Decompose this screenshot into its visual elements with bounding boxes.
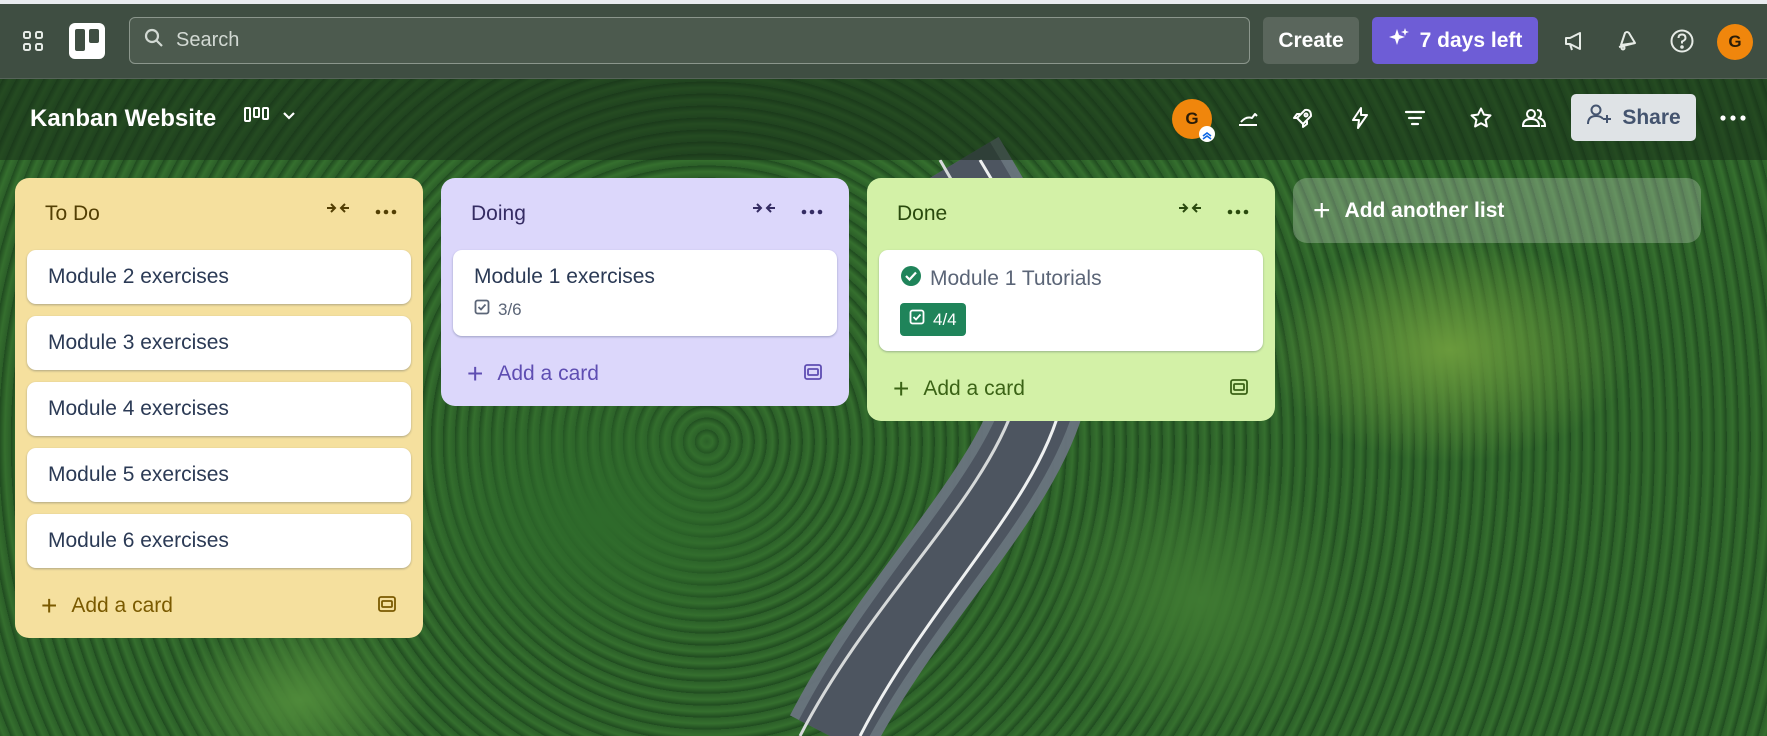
board-title[interactable]: Kanban Website (30, 105, 216, 133)
search-icon (144, 28, 164, 53)
checklist-icon (474, 299, 490, 320)
board-view-switcher[interactable] (240, 99, 300, 135)
sparkle-icon (1388, 27, 1410, 55)
trial-days-left-button[interactable]: 7 days left (1372, 17, 1538, 64)
completed-check-icon[interactable] (900, 265, 922, 293)
card[interactable]: Module 4 exercises (27, 382, 411, 436)
add-card-label: Add a card (923, 377, 1025, 400)
search-input[interactable] (176, 29, 1171, 52)
card-title: Module 5 exercises (48, 463, 229, 486)
checklist-icon (909, 309, 925, 330)
trello-logo-icon[interactable] (68, 22, 106, 60)
board-view-icon (243, 105, 271, 130)
workspace-visibility-icon[interactable] (1517, 101, 1551, 135)
admin-badge-icon (1199, 126, 1215, 142)
share-button[interactable]: Share (1571, 94, 1696, 141)
share-label: Share (1622, 105, 1681, 129)
list-title[interactable]: Doing (471, 202, 526, 226)
list-header: Doing (453, 178, 837, 250)
add-person-icon (1586, 103, 1612, 133)
card-template-icon[interactable] (377, 594, 397, 620)
plus-icon: + (1313, 193, 1331, 227)
add-card-label: Add a card (71, 594, 173, 617)
collapse-list-icon[interactable] (1177, 200, 1203, 221)
board-member-initial: G (1185, 109, 1199, 128)
rocket-icon[interactable] (1286, 101, 1320, 135)
card-title: Module 4 exercises (48, 397, 229, 420)
checklist-complete-badge: 4/4 (900, 303, 966, 336)
checklist-count: 4/4 (933, 309, 957, 329)
trial-label: 7 days left (1419, 28, 1523, 52)
card-title: Module 3 exercises (48, 331, 229, 354)
top-navigation-bar: Create 7 days left G (0, 0, 1767, 79)
list-header: To Do (27, 178, 411, 250)
plus-icon: + (41, 590, 58, 621)
card-title: Module 1 exercises (474, 265, 655, 288)
filter-icon[interactable] (1398, 101, 1432, 135)
help-icon[interactable] (1665, 24, 1699, 58)
notification-bell-icon[interactable] (1610, 24, 1644, 58)
list-to-do: To Do Module 2 exercises Module 3 exerci… (15, 178, 423, 638)
card[interactable]: Module 5 exercises (27, 448, 411, 502)
chevron-down-icon (281, 107, 297, 128)
board-menu-more-icon[interactable] (1716, 101, 1750, 135)
card[interactable]: Module 2 exercises (27, 250, 411, 304)
checklist-badge: 3/6 (474, 299, 522, 320)
add-another-list-button[interactable]: + Add another list (1293, 178, 1701, 243)
card-title: Module 6 exercises (48, 529, 229, 552)
automation-lightning-icon[interactable] (1343, 101, 1377, 135)
list-more-icon[interactable] (375, 202, 397, 220)
list-header: Done (879, 178, 1263, 250)
list-more-icon[interactable] (1227, 202, 1249, 220)
card[interactable]: Module 6 exercises (27, 514, 411, 568)
add-card-button[interactable]: + Add a card (879, 357, 1263, 421)
list-title[interactable]: Done (897, 202, 947, 226)
list-done: Done Module 1 Tutorials 4/4 + Add a card (867, 178, 1275, 421)
card-template-icon[interactable] (803, 362, 823, 388)
app-switcher-icon[interactable] (18, 26, 48, 56)
collapse-list-icon[interactable] (751, 200, 777, 221)
collapse-list-icon[interactable] (325, 200, 351, 221)
list-more-icon[interactable] (801, 202, 823, 220)
card-title: Module 2 exercises (48, 265, 229, 288)
checklist-count: 3/6 (498, 299, 522, 319)
power-ups-icon[interactable] (1231, 101, 1265, 135)
search-bar[interactable] (129, 17, 1250, 64)
user-avatar[interactable]: G (1717, 24, 1753, 60)
create-button[interactable]: Create (1263, 17, 1359, 64)
card-title: Module 1 Tutorials (930, 267, 1102, 290)
plus-icon: + (893, 373, 910, 404)
megaphone-icon[interactable] (1558, 24, 1592, 58)
add-card-button[interactable]: + Add a card (27, 574, 411, 638)
star-icon[interactable] (1464, 101, 1498, 135)
plus-icon: + (467, 358, 484, 389)
card[interactable]: Module 3 exercises (27, 316, 411, 370)
list-doing: Doing Module 1 exercises 3/6 + Add a car… (441, 178, 849, 406)
board-header: Kanban Website G Share (0, 79, 1767, 160)
add-card-button[interactable]: + Add a card (453, 342, 837, 406)
card[interactable]: Module 1 Tutorials 4/4 (879, 250, 1263, 351)
list-title[interactable]: To Do (45, 202, 100, 226)
card[interactable]: Module 1 exercises 3/6 (453, 250, 837, 336)
card-template-icon[interactable] (1229, 377, 1249, 403)
add-card-label: Add a card (497, 362, 599, 385)
add-list-label: Add another list (1344, 198, 1505, 222)
board-member-avatar[interactable]: G (1172, 99, 1215, 142)
